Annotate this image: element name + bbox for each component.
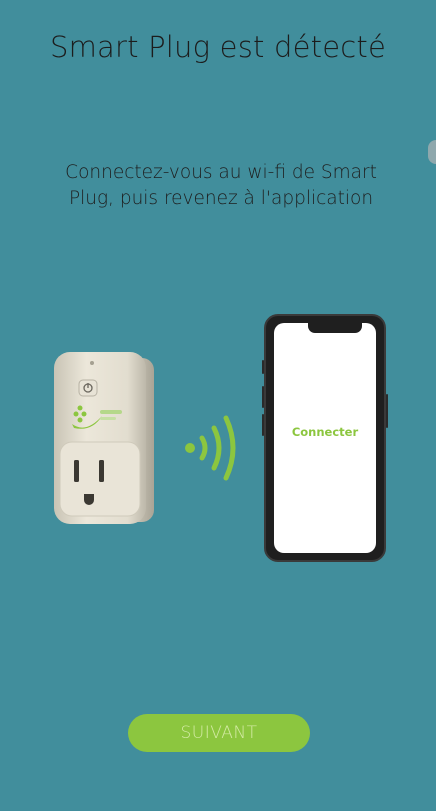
- instructions-text: Connectez-vous au wi-fi de Smart Plug, p…: [46, 160, 396, 212]
- smart-plug-icon: [52, 350, 156, 526]
- instructions-line-2: Plug, puis revenez à l'application: [68, 188, 374, 209]
- next-button[interactable]: SUIVANT: [128, 714, 310, 752]
- detection-screen: Smart Plug est détecté Connectez-vous au…: [0, 0, 436, 811]
- smartphone-icon: Connecter: [262, 314, 388, 562]
- phone-volume-down: [262, 414, 264, 436]
- wifi-signal-icon: [182, 412, 242, 482]
- page-title: Smart Plug est détecté: [49, 30, 387, 64]
- edge-handle: [428, 140, 436, 164]
- phone-screen-label: Connecter: [291, 425, 359, 439]
- phone-screen: Connecter: [274, 323, 376, 553]
- phone-notch: [308, 323, 362, 333]
- phone-mute-switch: [262, 360, 264, 374]
- phone-power-button: [386, 394, 388, 428]
- instructions-line-1: Connectez-vous au wi-fi de Smart: [65, 162, 377, 183]
- phone-volume-up: [262, 386, 264, 408]
